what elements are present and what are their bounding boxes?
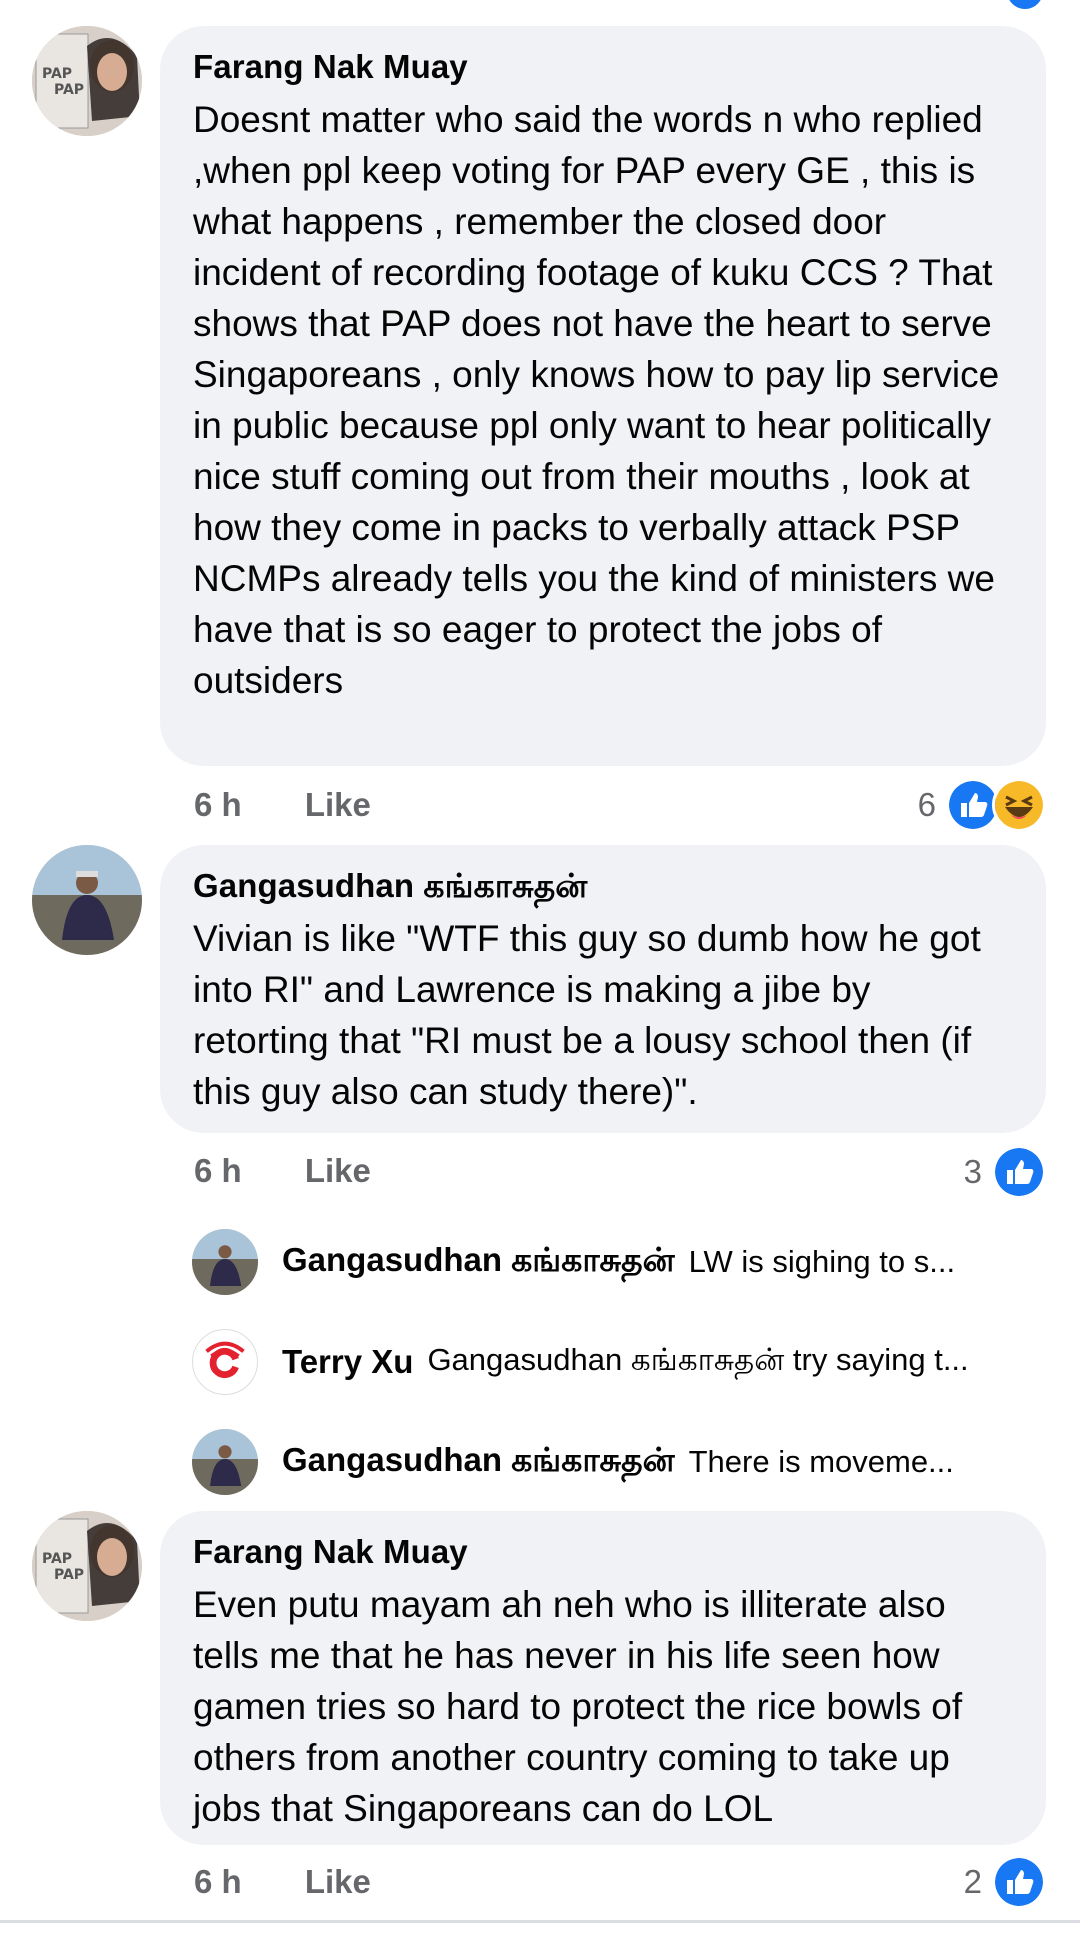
like-reaction-icon <box>992 1855 1046 1909</box>
avatar[interactable] <box>192 1429 258 1495</box>
reply-author[interactable]: Gangasudhan கங்காசுதன் <box>282 1441 675 1484</box>
reaction-summary[interactable]: 6 <box>918 778 1046 832</box>
comment-bubble: Gangasudhan கங்காசுதன் Vivian is like "W… <box>160 845 1046 1133</box>
terry-xu-logo-icon <box>193 1330 257 1394</box>
reply-author[interactable]: Terry Xu <box>282 1343 413 1381</box>
reply-item[interactable]: Terry Xu Gangasudhan கங்காசுதன் try sayi… <box>192 1327 1052 1397</box>
reply-preview: LW is sighing to s... <box>688 1244 956 1279</box>
comment-author[interactable]: Gangasudhan கங்காசுதன் <box>193 865 1013 907</box>
like-button[interactable]: Like <box>305 786 371 823</box>
reaction-summary[interactable]: 2 <box>964 1855 1046 1909</box>
avatar[interactable] <box>192 1229 258 1295</box>
reaction-count: 2 <box>963 1863 982 1900</box>
haha-reaction-icon <box>992 778 1046 832</box>
reply-preview: There is moveme... <box>688 1444 954 1479</box>
comment-timestamp[interactable]: 6 h <box>194 786 242 823</box>
like-button[interactable]: Like <box>305 1863 371 1900</box>
comment-actions: 6 h Like <box>194 786 371 824</box>
comment-author[interactable]: Farang Nak Muay <box>193 46 1013 88</box>
comment-text: Even putu mayam ah neh who is illiterate… <box>193 1584 963 1829</box>
reaction-count: 3 <box>963 1153 982 1190</box>
comment-text: Doesnt matter who said the words n who r… <box>193 99 1000 701</box>
reaction-count: 6 <box>917 786 936 823</box>
comment-text: Vivian is like "WTF this guy so dumb how… <box>193 918 981 1112</box>
svg-text:PAP: PAP <box>54 82 84 98</box>
avatar[interactable] <box>192 1329 258 1395</box>
avatar[interactable]: PAP PAP <box>32 26 142 136</box>
divider <box>0 1920 1080 1923</box>
comment-actions: 6 h Like <box>194 1152 371 1190</box>
reply-item[interactable]: Gangasudhan கங்காசுதன் There is moveme..… <box>192 1427 1052 1497</box>
svg-text:PAP: PAP <box>54 1567 84 1583</box>
svg-text:PAP: PAP <box>42 66 72 82</box>
reply-author[interactable]: Gangasudhan கங்காசுதன் <box>282 1241 675 1284</box>
reaction-summary[interactable]: 3 <box>964 1145 1046 1199</box>
reply-item[interactable]: Gangasudhan கங்காசுதன் LW is sighing to … <box>192 1227 1052 1297</box>
avatar[interactable]: PAP PAP <box>32 1511 142 1621</box>
comment-author[interactable]: Farang Nak Muay <box>193 1531 1013 1573</box>
svg-text:PAP: PAP <box>42 1551 72 1567</box>
like-reaction-icon <box>1004 0 1046 12</box>
comment-bubble: Farang Nak Muay Doesnt matter who said t… <box>160 26 1046 766</box>
comment-actions: 6 h Like <box>194 1863 371 1901</box>
avatar[interactable] <box>32 845 142 955</box>
comment-bubble: Farang Nak Muay Even putu mayam ah neh w… <box>160 1511 1046 1845</box>
comment-timestamp[interactable]: 6 h <box>194 1152 242 1189</box>
reply-preview: Gangasudhan கங்காசுதன் try saying t... <box>427 1342 969 1377</box>
like-button[interactable]: Like <box>305 1152 371 1189</box>
comment-timestamp[interactable]: 6 h <box>194 1863 242 1900</box>
like-reaction-icon <box>992 1145 1046 1199</box>
